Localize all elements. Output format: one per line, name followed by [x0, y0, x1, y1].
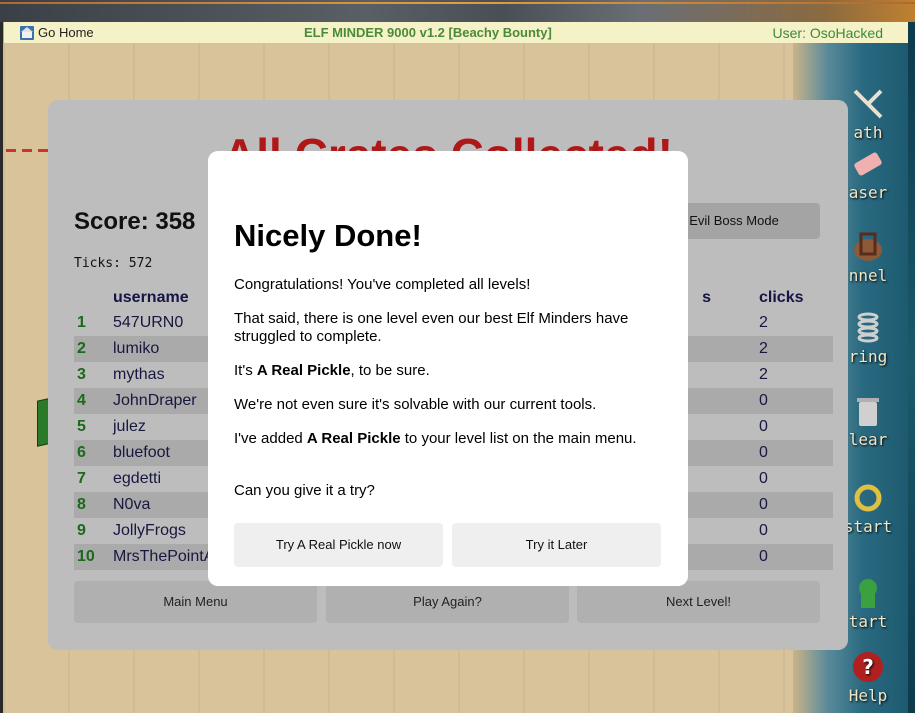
- go-home-label: Go Home: [38, 25, 94, 40]
- modal-try-text: Can you give it a try?: [234, 482, 375, 499]
- column-clicks: clicks: [759, 289, 804, 306]
- pickle-level-name: A Real Pickle: [256, 362, 351, 379]
- tool-eraser-label: aser: [848, 183, 888, 202]
- spring-icon: [857, 312, 879, 343]
- modal-pickle-text: It's A Real Pickle, to be sure.: [234, 362, 430, 379]
- rank-cell: 1: [77, 314, 86, 331]
- rank-cell: 7: [77, 470, 86, 487]
- rank-cell: 4: [74, 388, 113, 414]
- tool-start-label: tart: [848, 612, 888, 631]
- score-label: Score: 358: [74, 208, 196, 235]
- main-menu-button[interactable]: Main Menu: [74, 581, 317, 623]
- clicks-cell: 0: [759, 492, 833, 518]
- tunnel-icon: [854, 232, 882, 261]
- modal-title: Nicely Done!: [234, 218, 422, 253]
- help-icon: ?: [853, 652, 883, 682]
- tool-help[interactable]: ? Help: [833, 650, 903, 705]
- clicks-cell: 0: [759, 470, 768, 487]
- user-label: User: OsoHacked: [772, 25, 883, 41]
- tool-path-label: ath: [853, 123, 883, 142]
- tool-clear-label: lear: [848, 430, 888, 449]
- path-icon: [853, 89, 883, 119]
- game-title: ELF MINDER 9000 v1.2 [Beachy Bounty]: [304, 25, 552, 40]
- trash-icon: [857, 398, 879, 426]
- pickle-level-name: A Real Pickle: [306, 430, 401, 447]
- rank-cell: 5: [77, 418, 86, 435]
- try-real-pickle-now-button[interactable]: Try A Real Pickle now: [234, 523, 443, 567]
- rank-cell: 3: [77, 366, 86, 383]
- rank-cell: 8: [74, 492, 113, 518]
- restart-icon: [854, 484, 882, 512]
- modal-struggle-text: That said, there is one level even our b…: [234, 310, 629, 345]
- window-right-edge: [908, 22, 915, 713]
- eraser-icon: [854, 152, 882, 176]
- column-levels: s: [702, 289, 711, 306]
- next-level-button[interactable]: Next Level!: [577, 581, 820, 623]
- home-icon: [20, 25, 34, 40]
- clicks-cell: 0: [759, 440, 833, 466]
- clicks-cell: 0: [759, 544, 833, 570]
- clicks-cell: 2: [759, 336, 833, 362]
- rank-cell: 2: [74, 336, 113, 362]
- try-it-later-button[interactable]: Try it Later: [452, 523, 661, 567]
- clicks-cell: 2: [759, 366, 768, 383]
- play-again-button[interactable]: Play Again?: [326, 581, 569, 623]
- modal-solvable-text: We're not even sure it's solvable with o…: [234, 396, 597, 413]
- clicks-cell: 0: [759, 522, 768, 539]
- modal-congrats-text: Congratulations! You've completed all le…: [234, 276, 531, 293]
- clicks-cell: 0: [759, 388, 833, 414]
- modal-added-text: I've added A Real Pickle to your level l…: [234, 430, 637, 447]
- rank-cell: 9: [77, 522, 86, 539]
- clicks-cell: 0: [759, 418, 768, 435]
- rank-cell: 6: [74, 440, 113, 466]
- clicks-cell: 2: [759, 314, 768, 331]
- elf-icon: [859, 579, 877, 608]
- tool-tunnel-label: nnel: [848, 266, 888, 285]
- header-bar: Go Home ELF MINDER 9000 v1.2 [Beachy Bou…: [3, 22, 910, 43]
- ticks-label: Ticks: 572: [74, 256, 153, 271]
- window-top-stripe: [0, 0, 915, 22]
- tool-help-label: Help: [848, 686, 888, 705]
- tool-restart-label: start: [843, 517, 893, 536]
- tool-spring-label: ring: [848, 347, 888, 366]
- rank-cell: 10: [74, 544, 113, 570]
- svg-text:?: ?: [862, 655, 874, 679]
- completion-modal: Nicely Done! Congratulations! You've com…: [208, 151, 688, 586]
- go-home-link[interactable]: Go Home: [20, 25, 94, 40]
